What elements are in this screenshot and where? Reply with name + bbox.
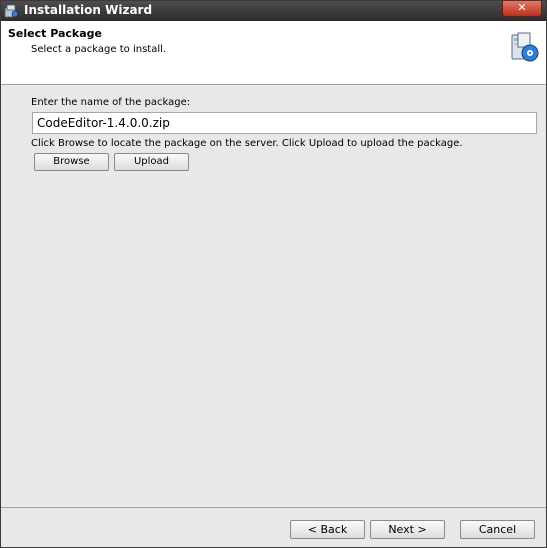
browse-button[interactable]: Browse (34, 153, 109, 171)
installer-icon (4, 3, 19, 18)
package-name-label: Enter the name of the package: (31, 97, 191, 108)
upload-button[interactable]: Upload (114, 153, 189, 171)
close-button[interactable]: ✕ (502, 1, 542, 17)
wizard-content: Enter the name of the package: Click Bro… (1, 86, 546, 506)
page-title: Select Package (8, 27, 103, 40)
window-title: Installation Wizard (24, 3, 153, 17)
title-bar[interactable]: Installation Wizard ✕ (1, 1, 546, 21)
package-hint-text: Click Browse to locate the package on th… (31, 138, 463, 149)
next-button[interactable]: Next > (370, 520, 445, 539)
wizard-footer: < Back Next > Cancel (1, 508, 546, 547)
package-name-input[interactable] (32, 112, 537, 134)
wizard-header: Select Package Select a package to insta… (1, 21, 546, 85)
package-install-icon (508, 29, 540, 63)
close-icon: ✕ (517, 1, 527, 14)
cancel-button[interactable]: Cancel (460, 520, 535, 539)
page-subtitle: Select a package to install. (31, 44, 167, 55)
installation-wizard-window: Installation Wizard ✕ Select Package Sel… (0, 0, 547, 548)
back-button[interactable]: < Back (290, 520, 365, 539)
